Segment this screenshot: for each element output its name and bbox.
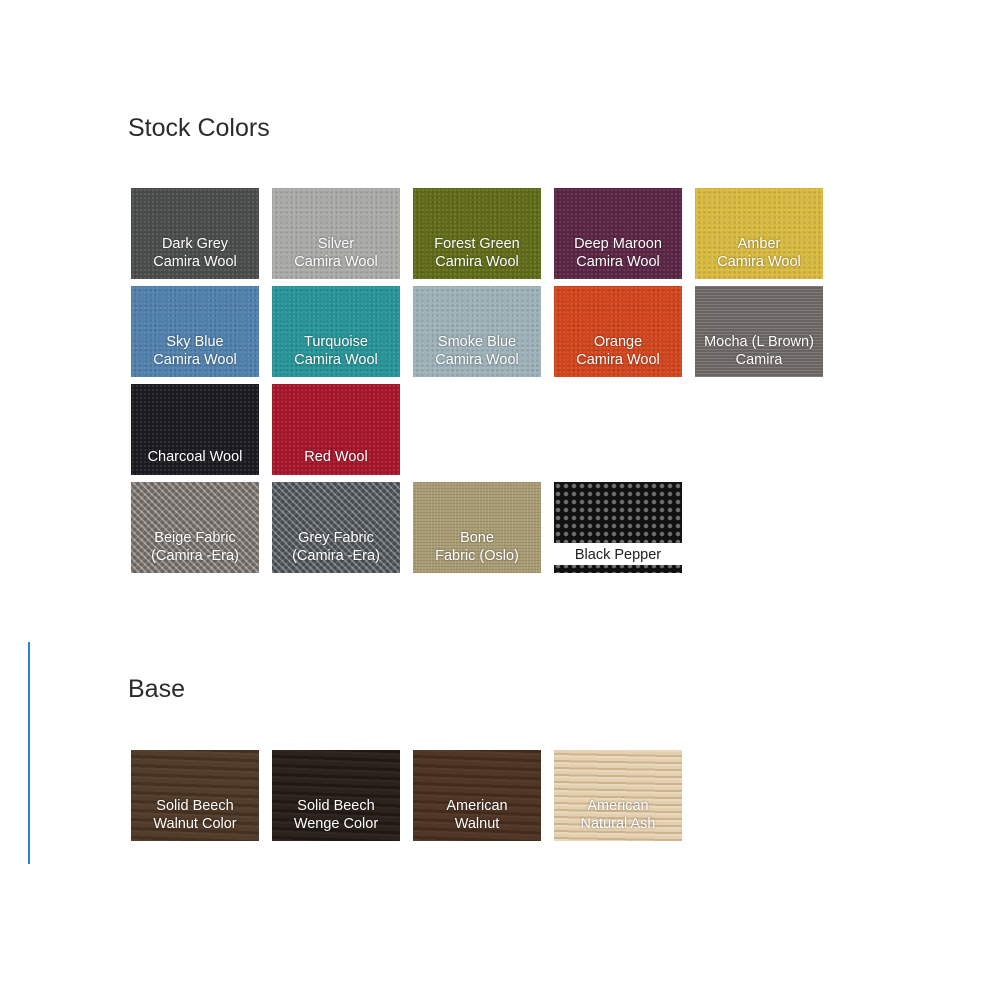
left-accent-rule	[28, 642, 30, 864]
swatch-label: Mocha (L Brown) Camira	[704, 334, 814, 368]
swatch-label: Deep Maroon Camira Wool	[574, 236, 662, 270]
base-swatch-solid-beech-walnut-color[interactable]: Solid Beech Walnut Color	[131, 750, 259, 841]
stock-swatch-beige-fabric-camira-era[interactable]: Beige Fabric (Camira -Era)	[131, 482, 259, 573]
stock-swatch-orange-camira-wool[interactable]: Orange Camira Wool	[554, 286, 682, 377]
base-swatch-american-walnut[interactable]: American Walnut	[413, 750, 541, 841]
swatch-label: Sky Blue Camira Wool	[153, 334, 237, 368]
base-colors-grid: Solid Beech Walnut Color Solid Beech Weng…	[131, 750, 823, 841]
stock-colors-heading: Stock Colors	[128, 114, 270, 142]
stock-swatch-mocha-l-brown-camira[interactable]: Mocha (L Brown) Camira	[695, 286, 823, 377]
swatch-label: Smoke Blue Camira Wool	[435, 334, 519, 368]
swatch-label: Orange Camira Wool	[576, 334, 660, 368]
swatch-label: Red Wool	[304, 449, 368, 465]
base-heading: Base	[128, 675, 185, 703]
stock-swatch-smoke-blue-camira-wool[interactable]: Smoke Blue Camira Wool	[413, 286, 541, 377]
stock-colors-grid: Dark Grey Camira Wool Silver Camira Wool F…	[131, 188, 823, 573]
stock-swatch-charcoal-wool[interactable]: Charcoal Wool	[131, 384, 259, 475]
stock-swatch-black-pepper[interactable]: Black Pepper	[554, 482, 682, 573]
stock-swatch-bone-fabric-oslo[interactable]: Bone Fabric (Oslo)	[413, 482, 541, 573]
swatch-label: Bone Fabric (Oslo)	[435, 530, 519, 564]
swatch-label: Beige Fabric (Camira -Era)	[151, 530, 239, 564]
swatch-label: Solid Beech Wenge Color	[293, 798, 379, 832]
swatch-label: American Walnut	[446, 798, 508, 832]
stock-swatch-turquoise-camira-wool[interactable]: Turquoise Camira Wool	[272, 286, 400, 377]
base-swatch-solid-beech-wenge-color[interactable]: Solid Beech Wenge Color	[272, 750, 400, 841]
swatch-label: Turquoise Camira Wool	[294, 334, 378, 368]
stock-swatch-sky-blue-camira-wool[interactable]: Sky Blue Camira Wool	[131, 286, 259, 377]
swatch-label: Solid Beech Walnut Color	[153, 798, 237, 832]
stock-swatch-dark-grey-camira-wool[interactable]: Dark Grey Camira Wool	[131, 188, 259, 279]
swatch-label: American Natural Ash	[580, 798, 656, 832]
swatch-label: Grey Fabric (Camira -Era)	[292, 530, 380, 564]
base-swatch-american-natural-ash[interactable]: American Natural Ash	[554, 750, 682, 841]
stock-swatch-deep-maroon-camira-wool[interactable]: Deep Maroon Camira Wool	[554, 188, 682, 279]
swatch-label: Silver Camira Wool	[294, 236, 378, 270]
stock-swatch-red-wool[interactable]: Red Wool	[272, 384, 400, 475]
swatch-label: Forest Green Camira Wool	[434, 236, 520, 270]
swatch-label: Amber Camira Wool	[717, 236, 801, 270]
swatch-label: Charcoal Wool	[147, 449, 243, 465]
stock-swatch-grey-fabric-camira-era[interactable]: Grey Fabric (Camira -Era)	[272, 482, 400, 573]
stock-swatch-amber-camira-wool[interactable]: Amber Camira Wool	[695, 188, 823, 279]
stock-swatch-forest-green-camira-wool[interactable]: Forest Green Camira Wool	[413, 188, 541, 279]
swatch-label: Dark Grey Camira Wool	[153, 236, 237, 270]
stock-swatch-silver-camira-wool[interactable]: Silver Camira Wool	[272, 188, 400, 279]
swatch-label: Black Pepper	[574, 547, 662, 563]
